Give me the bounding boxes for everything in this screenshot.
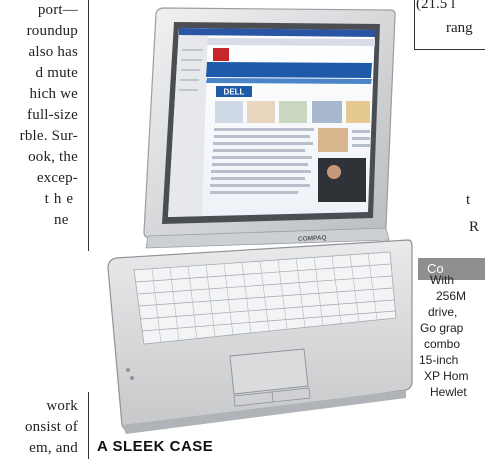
column-rule bbox=[88, 392, 89, 459]
body-text-line: also has bbox=[28, 44, 78, 60]
column-rule bbox=[88, 0, 89, 251]
body-text-line: the bbox=[44, 191, 78, 207]
body-text-line: onsist of bbox=[24, 419, 78, 435]
laptop-photo: DELL COMPAQ bbox=[90, 0, 414, 459]
body-text-line: ook, the bbox=[28, 149, 78, 165]
body-text-line: full-size bbox=[27, 107, 78, 123]
spec-line: 256M bbox=[436, 289, 467, 303]
photo-caption: A SLEEK CASE bbox=[97, 438, 214, 455]
body-text-line: t bbox=[466, 192, 471, 208]
body-text-line: roundup bbox=[26, 23, 78, 39]
spec-line: drive, bbox=[428, 305, 458, 319]
spec-line: combo bbox=[424, 337, 461, 351]
body-text-line: work bbox=[46, 398, 78, 414]
body-text-line: rang bbox=[446, 20, 473, 36]
body-text-line: (21.5 l bbox=[416, 0, 456, 12]
body-text-line: ne bbox=[54, 212, 69, 228]
spec-line: XP Hom bbox=[424, 369, 469, 383]
body-text-line: em, and bbox=[29, 440, 78, 456]
body-text-line: excep- bbox=[36, 170, 78, 186]
spec-line: Go grap bbox=[420, 321, 464, 335]
body-text-line: port— bbox=[37, 2, 78, 18]
spec-line: With bbox=[430, 273, 454, 287]
body-text-line: d mute bbox=[35, 65, 78, 81]
body-text-line: rble. Sur- bbox=[19, 128, 78, 144]
body-text-line: R bbox=[469, 219, 480, 235]
spec-line: 15-inch bbox=[419, 353, 459, 367]
body-text-line: hich we bbox=[29, 86, 78, 102]
article-column-left: port— roundup also has d mute hich we fu… bbox=[0, 0, 88, 459]
spec-line: Hewlet bbox=[430, 385, 467, 399]
screen-logo-text: DELL bbox=[224, 88, 245, 97]
